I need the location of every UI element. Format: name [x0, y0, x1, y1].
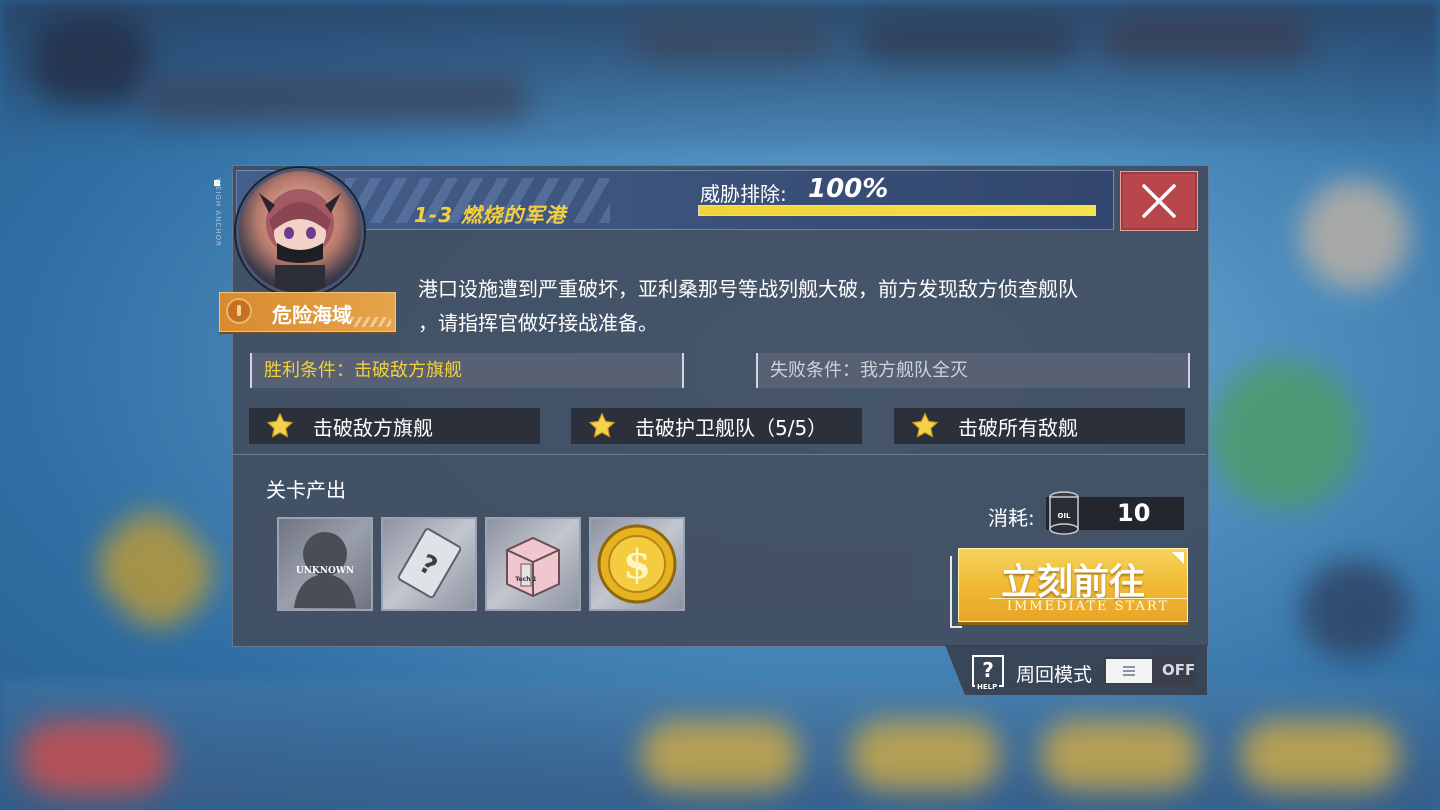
gold-coin-icon: $ — [597, 524, 677, 604]
unknown-ship-icon: UNKNOWN — [294, 532, 356, 608]
tech-box-label: Tech 1 — [515, 576, 536, 583]
background-blob — [20, 720, 170, 795]
objective-label: 击破所有敌舰 — [958, 415, 1078, 440]
section-divider — [233, 454, 1206, 455]
background-blob — [80, 495, 230, 645]
victory-condition: 胜利条件：击破敌方旗舰 — [250, 353, 684, 388]
chibi-character-icon — [259, 189, 341, 293]
background-blob — [30, 15, 150, 105]
stage-description: 港口设施遭到严重破坏，亚利桑那号等战列舰大破，前方发现敌方侦查舰队 ，请指挥官做… — [418, 272, 1178, 340]
star-icon — [265, 411, 295, 441]
immediate-start-button[interactable]: 立刻前往 IMMEDIATE START — [958, 548, 1188, 622]
star-icon — [910, 411, 940, 441]
objective-item: 击破护卫舰队（5/5） — [571, 408, 862, 444]
cost-label: 消耗: — [988, 506, 1035, 530]
defeat-condition: 失败条件：我方舰队全灭 — [756, 353, 1190, 388]
warning-icon — [226, 298, 252, 324]
oil-label: OIL — [1057, 512, 1071, 520]
tech-box-icon: Tech 1 — [506, 536, 560, 598]
toggle-state: OFF — [1162, 661, 1196, 679]
start-button-sublabel: IMMEDIATE START — [989, 598, 1187, 614]
commander-avatar — [236, 168, 364, 296]
loop-mode-toggle[interactable]: OFF — [1104, 657, 1196, 685]
background-blob — [1040, 720, 1200, 790]
background-blob — [1300, 560, 1410, 660]
drop-item-gold-coin[interactable]: $ — [589, 517, 685, 611]
threat-label: 威胁排除: — [700, 182, 787, 206]
objective-label: 击破护卫舰队（5/5） — [635, 415, 828, 440]
background-blob — [1240, 720, 1400, 790]
close-icon — [1142, 184, 1176, 218]
background-blob — [850, 720, 1000, 790]
star-icon — [587, 411, 617, 441]
danger-zone-badge: 危险海域 — [219, 292, 396, 332]
cost-value: 10 — [1117, 499, 1151, 527]
loop-mode-label: 周回模式 — [1016, 664, 1093, 686]
badge-stripes-decoration — [351, 317, 391, 327]
threat-progress-bar — [698, 205, 1096, 216]
background-blob — [140, 75, 530, 120]
oil-barrel-icon: OIL — [1049, 491, 1079, 535]
background-blob — [640, 720, 800, 790]
description-line: 港口设施遭到严重破坏，亚利桑那号等战列舰大破，前方发现敌方侦查舰队 — [418, 277, 1078, 301]
danger-zone-label: 危险海域 — [272, 303, 352, 327]
background-blob — [1210, 360, 1360, 510]
background-blob — [630, 15, 830, 60]
help-label: HELP — [975, 683, 1000, 691]
close-button[interactable] — [1120, 171, 1198, 231]
stage-title: 1-3 燃烧的军港 — [414, 203, 567, 227]
objective-item: 击破所有敌舰 — [894, 408, 1185, 444]
mystery-blueprint-icon: ? — [397, 528, 462, 599]
drop-item-mystery-blueprint[interactable]: ? — [381, 517, 477, 611]
objective-label: 击破敌方旗舰 — [313, 415, 433, 440]
side-tag-text: WEIGH ANCHOR — [214, 178, 222, 247]
threat-value: 100% — [808, 174, 889, 204]
background-blob — [1100, 15, 1310, 60]
objective-item: 击破敌方旗舰 — [249, 408, 540, 444]
background-blob — [860, 15, 1080, 60]
toggle-knob[interactable] — [1106, 659, 1152, 683]
drop-item-unknown-ship[interactable]: UNKNOWN — [277, 517, 373, 611]
description-line: ，请指挥官做好接战准备。 — [418, 311, 658, 335]
drops-title: 关卡产出 — [266, 478, 346, 502]
background-blob — [1300, 180, 1410, 290]
svg-text:$: $ — [623, 541, 651, 588]
drop-item-tech-box[interactable]: Tech 1 — [485, 517, 581, 611]
unknown-label: UNKNOWN — [296, 566, 354, 576]
threat-progress-fill — [699, 206, 1095, 215]
